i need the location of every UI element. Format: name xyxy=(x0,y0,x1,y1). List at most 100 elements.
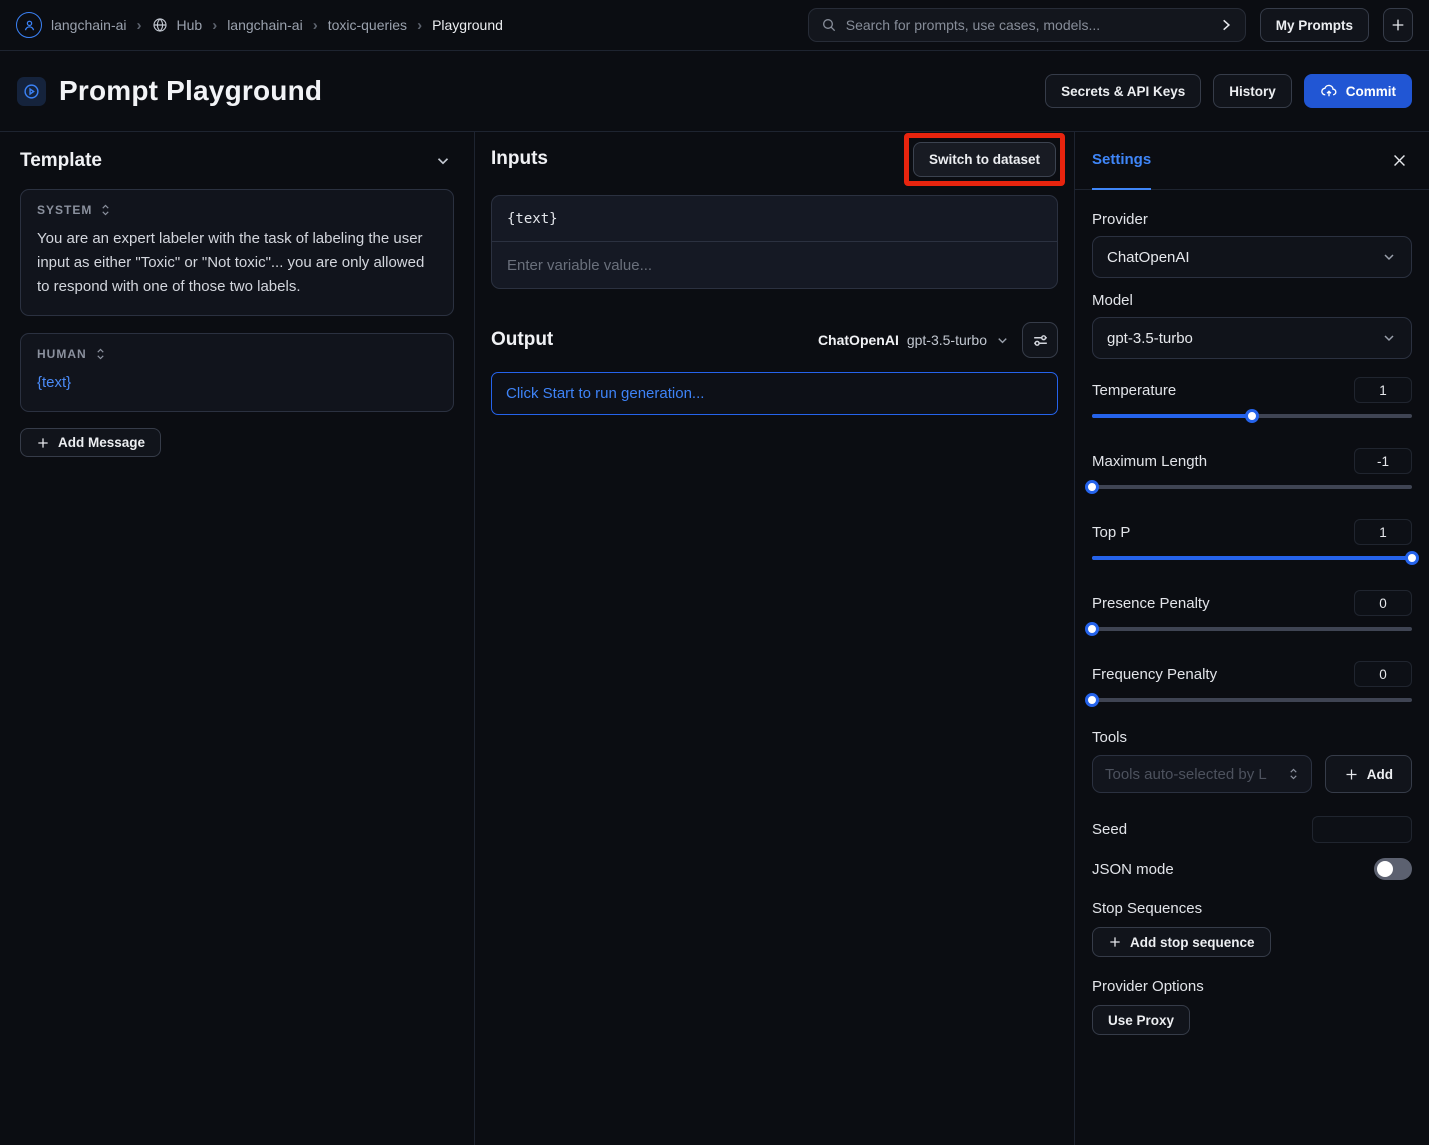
top-p-value[interactable]: 1 xyxy=(1354,519,1412,545)
chevron-down-icon xyxy=(995,333,1010,348)
search-input[interactable] xyxy=(846,17,1210,33)
topbar-actions: My Prompts xyxy=(808,8,1413,42)
submit-chevron-icon[interactable] xyxy=(1219,18,1233,32)
input-variables-card: {text} xyxy=(491,195,1058,289)
history-button[interactable]: History xyxy=(1213,74,1292,108)
chevron-right-icon: › xyxy=(211,17,218,34)
system-role-selector[interactable]: SYSTEM xyxy=(37,203,437,217)
presence-penalty-setting: Presence Penalty 0 xyxy=(1092,590,1412,636)
frequency-penalty-label: Frequency Penalty xyxy=(1092,666,1217,683)
playground-badge xyxy=(17,77,46,106)
provider-select[interactable]: ChatOpenAI xyxy=(1092,236,1412,278)
switch-to-dataset-button[interactable]: Switch to dataset xyxy=(913,142,1056,177)
slider-thumb[interactable] xyxy=(1085,480,1099,494)
model-select[interactable]: gpt-3.5-turbo xyxy=(1092,317,1412,359)
tab-settings[interactable]: Settings xyxy=(1092,132,1151,190)
use-proxy-button[interactable]: Use Proxy xyxy=(1092,1005,1190,1035)
temperature-label: Temperature xyxy=(1092,382,1176,399)
tools-row: Tools auto-selected by L Add xyxy=(1092,755,1412,793)
add-tool-label: Add xyxy=(1367,767,1393,782)
tools-placeholder: Tools auto-selected by L xyxy=(1105,766,1267,783)
system-message-text[interactable]: You are an expert labeler with the task … xyxy=(37,227,437,299)
search-bar[interactable] xyxy=(808,8,1246,42)
frequency-penalty-slider[interactable] xyxy=(1092,693,1412,707)
chevron-down-icon xyxy=(1381,249,1397,265)
cloud-upload-icon xyxy=(1320,82,1338,100)
presence-penalty-value[interactable]: 0 xyxy=(1354,590,1412,616)
close-settings-button[interactable] xyxy=(1387,148,1412,173)
template-panel: Template SYSTEM You are an expert labele… xyxy=(0,132,475,1145)
globe-icon xyxy=(152,17,168,33)
top-navigation-bar: langchain-ai › Hub › langchain-ai › toxi… xyxy=(0,0,1429,51)
chevron-right-icon: › xyxy=(136,17,143,34)
sliders-icon xyxy=(1031,331,1050,350)
top-p-setting: Top P 1 xyxy=(1092,519,1412,565)
maximum-length-setting: Maximum Length -1 xyxy=(1092,448,1412,494)
seed-input[interactable] xyxy=(1312,816,1412,843)
model-selector[interactable]: ChatOpenAI gpt-3.5-turbo xyxy=(818,332,1010,348)
top-p-label: Top P xyxy=(1092,524,1130,541)
top-p-slider[interactable] xyxy=(1092,551,1412,565)
plus-icon xyxy=(1108,935,1122,949)
my-prompts-button[interactable]: My Prompts xyxy=(1260,8,1369,42)
playground-panel: Inputs Switch to dataset {text} Output C… xyxy=(475,132,1075,1145)
add-new-button[interactable] xyxy=(1383,8,1413,42)
temperature-setting: Temperature 1 xyxy=(1092,377,1412,423)
output-placeholder-box[interactable]: Click Start to run generation... xyxy=(491,372,1058,415)
slider-thumb[interactable] xyxy=(1245,409,1259,423)
human-role-selector[interactable]: HUMAN xyxy=(37,347,437,361)
page-header-actions: Secrets & API Keys History Commit xyxy=(1045,74,1412,108)
system-role-label: SYSTEM xyxy=(37,203,92,217)
slider-thumb[interactable] xyxy=(1085,693,1099,707)
slider-thumb[interactable] xyxy=(1405,551,1419,565)
sort-arrows-icon xyxy=(95,347,106,361)
add-stop-sequence-button[interactable]: Add stop sequence xyxy=(1092,927,1271,957)
variable-value-input[interactable] xyxy=(495,257,1054,274)
temperature-value[interactable]: 1 xyxy=(1354,377,1412,403)
search-icon xyxy=(821,17,837,33)
presence-penalty-slider[interactable] xyxy=(1092,622,1412,636)
user-avatar[interactable] xyxy=(16,12,42,38)
add-message-label: Add Message xyxy=(58,435,145,450)
human-role-label: HUMAN xyxy=(37,347,87,361)
commit-button[interactable]: Commit xyxy=(1304,74,1412,108)
stop-sequences-label: Stop Sequences xyxy=(1092,900,1412,917)
breadcrumb: langchain-ai › Hub › langchain-ai › toxi… xyxy=(16,12,503,38)
tools-select[interactable]: Tools auto-selected by L xyxy=(1092,755,1312,793)
add-stop-sequence-label: Add stop sequence xyxy=(1130,935,1255,950)
model-value: gpt-3.5-turbo xyxy=(1107,330,1193,347)
secrets-api-keys-button[interactable]: Secrets & API Keys xyxy=(1045,74,1201,108)
chevron-down-icon[interactable] xyxy=(434,152,452,170)
frequency-penalty-value[interactable]: 0 xyxy=(1354,661,1412,687)
slider-track xyxy=(1092,698,1412,702)
page-title-group: Prompt Playground xyxy=(17,75,322,107)
output-title: Output xyxy=(491,329,553,351)
json-mode-toggle[interactable] xyxy=(1374,858,1412,880)
plus-icon xyxy=(1390,17,1406,33)
variable-value-row[interactable] xyxy=(492,242,1057,288)
tools-label: Tools xyxy=(1092,729,1412,746)
inputs-title: Inputs xyxy=(491,132,548,170)
slider-fill xyxy=(1092,556,1412,560)
maximum-length-value[interactable]: -1 xyxy=(1354,448,1412,474)
system-message-card[interactable]: SYSTEM You are an expert labeler with th… xyxy=(20,189,454,316)
human-message-card[interactable]: HUMAN {text} xyxy=(20,333,454,412)
temperature-slider[interactable] xyxy=(1092,409,1412,423)
breadcrumb-org[interactable]: langchain-ai xyxy=(51,17,127,33)
add-message-button[interactable]: Add Message xyxy=(20,428,161,457)
plus-icon xyxy=(36,436,50,450)
breadcrumb-repo[interactable]: toxic-queries xyxy=(328,17,407,33)
breadcrumb-owner[interactable]: langchain-ai xyxy=(227,17,303,33)
add-tool-button[interactable]: Add xyxy=(1325,755,1412,793)
model-name-label: gpt-3.5-turbo xyxy=(907,332,987,348)
slider-track xyxy=(1092,485,1412,489)
breadcrumb-hub[interactable]: Hub xyxy=(177,17,203,33)
human-message-text[interactable]: {text} xyxy=(37,371,437,395)
inputs-header: Inputs Switch to dataset xyxy=(491,132,1058,186)
template-header: Template xyxy=(20,148,454,172)
person-icon xyxy=(22,18,37,33)
model-settings-button[interactable] xyxy=(1022,322,1058,358)
maximum-length-slider[interactable] xyxy=(1092,480,1412,494)
provider-label: Provider xyxy=(1092,211,1148,228)
slider-thumb[interactable] xyxy=(1085,622,1099,636)
